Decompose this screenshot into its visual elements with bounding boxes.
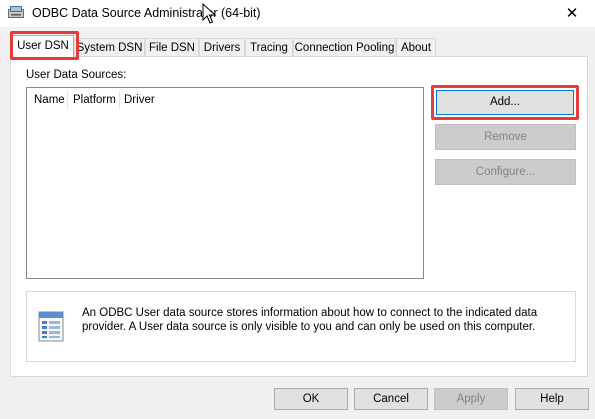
data-sources-icon [38,311,64,342]
configure-button[interactable]: Configure... [435,159,576,185]
tab-tracing[interactable]: Tracing [245,38,293,56]
user-data-sources-label: User Data Sources: [26,69,127,81]
tab-connection-pooling[interactable]: Connection Pooling [293,38,396,56]
remove-button[interactable]: Remove [435,124,576,150]
tab-drivers[interactable]: Drivers [199,38,245,56]
tab-system-dsn[interactable]: System DSN [74,38,145,56]
add-button-highlight [431,85,579,120]
title-bar: ODBC Data Source Administrator (64-bit) … [0,0,595,27]
info-description: An ODBC User data source stores informat… [82,307,538,333]
close-button[interactable]: ✕ [549,0,595,27]
apply-button[interactable]: Apply [434,388,508,410]
ok-button[interactable]: OK [274,388,348,410]
column-header-platform[interactable]: Platform [73,94,116,106]
column-divider [119,91,120,109]
window-title: ODBC Data Source Administrator (64-bit) [32,6,261,20]
info-box: An ODBC User data source stores informat… [26,291,576,362]
tab-highlight [10,31,79,60]
cancel-button[interactable]: Cancel [354,388,428,410]
mouse-cursor-icon [202,3,216,24]
data-sources-list[interactable]: Name Platform Driver [26,87,424,279]
column-divider [67,91,68,109]
tab-file-dsn[interactable]: File DSN [145,38,199,56]
column-header-name[interactable]: Name [34,94,65,106]
column-header-driver[interactable]: Driver [124,94,155,106]
odbc-admin-icon [8,6,24,18]
help-button[interactable]: Help [515,388,589,410]
tab-about[interactable]: About [396,38,436,56]
